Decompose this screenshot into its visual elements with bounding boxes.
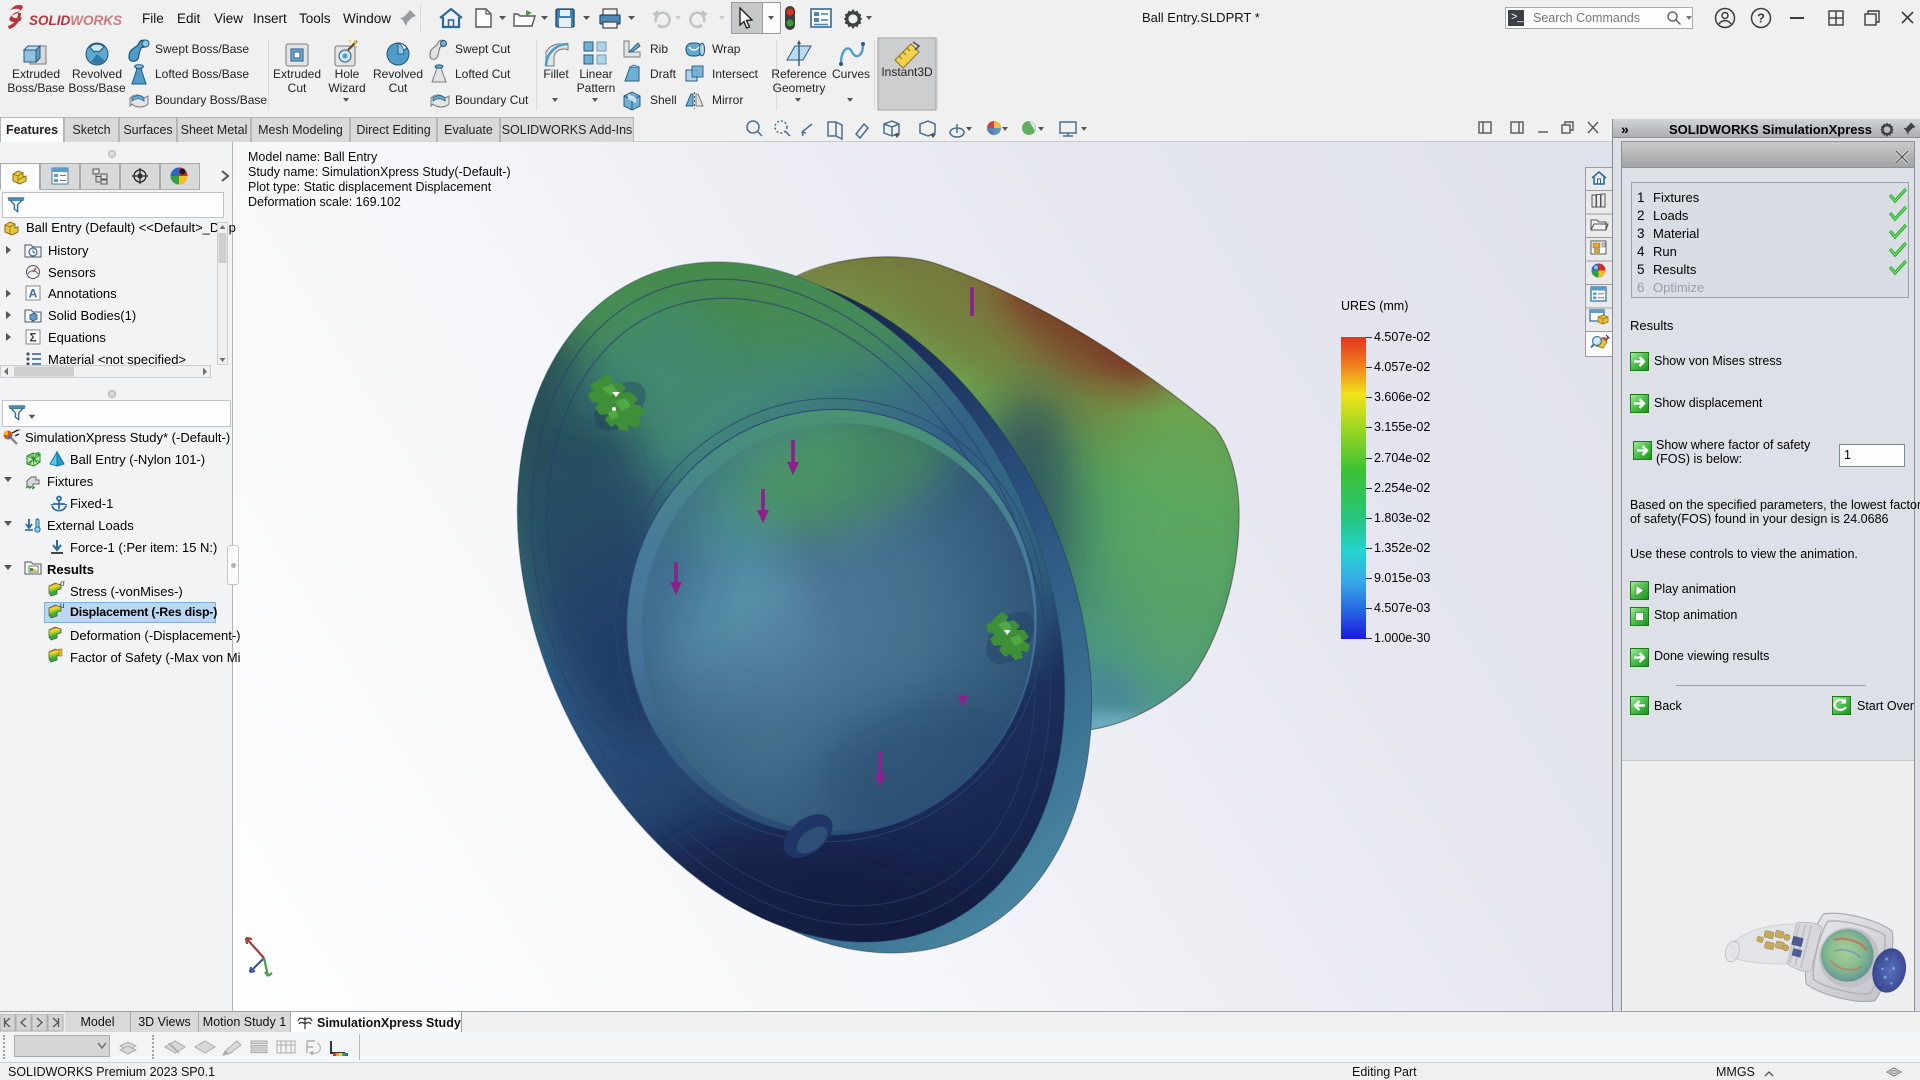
svg-text:σ: σ: [60, 579, 65, 588]
svg-text:A: A: [29, 287, 38, 301]
svg-text:u: u: [60, 601, 64, 610]
svg-text:Σ: Σ: [29, 331, 36, 345]
svg-text:?: ?: [1757, 11, 1765, 26]
